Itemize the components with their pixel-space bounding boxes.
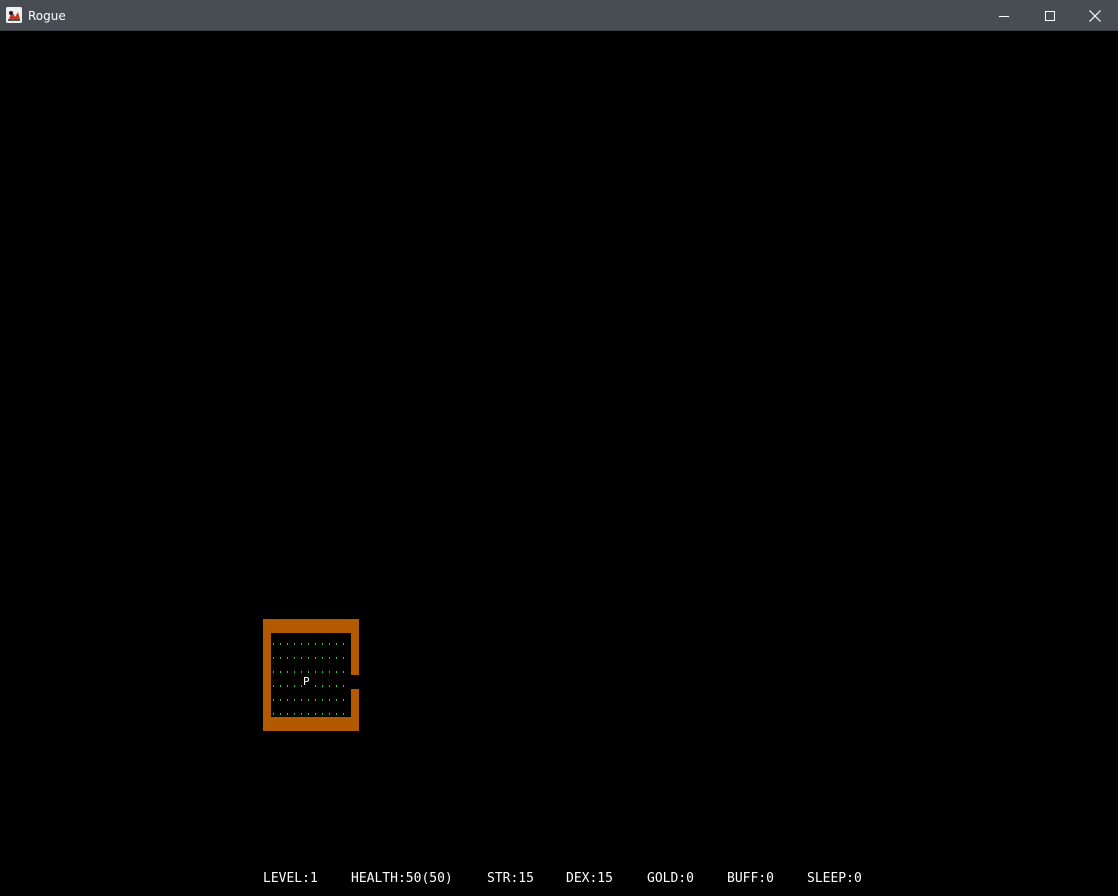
- close-button[interactable]: [1072, 0, 1118, 31]
- floor-tile: [287, 657, 288, 659]
- floor-tile: [301, 699, 302, 701]
- floor-tile: [322, 685, 323, 687]
- floor-tile: [315, 671, 316, 673]
- room-floor: [271, 633, 351, 717]
- floor-tile: [343, 685, 344, 687]
- floor-tile: [301, 685, 302, 687]
- player: P: [303, 675, 310, 688]
- stat-dex: DEX:15: [566, 871, 613, 886]
- floor-tile: [273, 685, 274, 687]
- floor-tile: [301, 657, 302, 659]
- floor-tile: [336, 685, 337, 687]
- floor-tile: [287, 699, 288, 701]
- stat-buff: BUFF:0: [727, 871, 774, 886]
- floor-tile: [315, 699, 316, 701]
- floor-tile: [329, 685, 330, 687]
- floor-tile: [301, 643, 302, 645]
- floor-tile: [287, 671, 288, 673]
- status-bar: LEVEL:1 HEALTH:50(50) STR:15 DEX:15 GOLD…: [0, 862, 1118, 896]
- floor-tile: [308, 699, 309, 701]
- floor-tile: [287, 713, 288, 715]
- maximize-button[interactable]: [1027, 0, 1073, 31]
- floor-tile: [294, 713, 295, 715]
- room: P: [263, 619, 359, 731]
- floor-tile: [315, 643, 316, 645]
- floor-tile: [280, 713, 281, 715]
- title-bar[interactable]: Rogue: [0, 0, 1118, 31]
- stat-sleep: SLEEP:0: [807, 871, 862, 886]
- floor-tile: [308, 657, 309, 659]
- room-wall-right-lower: [351, 689, 359, 731]
- floor-tile: [315, 685, 316, 687]
- floor-tile: [343, 643, 344, 645]
- floor-tile: [280, 643, 281, 645]
- minimize-button[interactable]: [981, 0, 1027, 31]
- floor-tile: [308, 643, 309, 645]
- room-wall-bottom: [263, 717, 359, 731]
- floor-tile: [329, 699, 330, 701]
- floor-tile: [294, 657, 295, 659]
- room-wall-right-upper: [351, 619, 359, 675]
- floor-tile: [308, 671, 309, 673]
- floor-tile: [343, 699, 344, 701]
- floor-tile: [329, 657, 330, 659]
- floor-tile: [322, 643, 323, 645]
- floor-tile: [273, 713, 274, 715]
- game-window: Rogue P LEVEL:1 HEALTH:50(50) STR:15 DEX…: [0, 0, 1118, 896]
- floor-tile: [294, 685, 295, 687]
- floor-tile: [287, 643, 288, 645]
- floor-tile: [301, 713, 302, 715]
- maximize-icon: [1045, 10, 1055, 21]
- window-title: Rogue: [28, 9, 66, 23]
- close-icon: [1089, 9, 1101, 22]
- floor-tile: [315, 713, 316, 715]
- floor-tile: [329, 713, 330, 715]
- minimize-icon: [999, 15, 1009, 17]
- rogue-app-icon: [6, 7, 22, 23]
- floor-tile: [343, 713, 344, 715]
- room-wall-left: [263, 619, 271, 731]
- floor-tile: [273, 643, 274, 645]
- dungeon-map[interactable]: P: [0, 31, 1118, 861]
- floor-tile: [280, 671, 281, 673]
- floor-tile: [294, 643, 295, 645]
- stat-health: HEALTH:50(50): [351, 871, 453, 886]
- floor-tile: [322, 699, 323, 701]
- floor-tile: [294, 671, 295, 673]
- floor-tile: [322, 657, 323, 659]
- floor-tile: [280, 699, 281, 701]
- floor-tile: [273, 699, 274, 701]
- floor-tile: [336, 657, 337, 659]
- floor-tile: [301, 671, 302, 673]
- floor-tile: [336, 713, 337, 715]
- floor-tile: [287, 685, 288, 687]
- floor-tile: [329, 671, 330, 673]
- floor-tile: [273, 657, 274, 659]
- stat-str: STR:15: [487, 871, 534, 886]
- floor-tile: [294, 699, 295, 701]
- floor-tile: [322, 671, 323, 673]
- floor-tile: [329, 643, 330, 645]
- floor-tile: [315, 657, 316, 659]
- floor-tile: [280, 657, 281, 659]
- floor-tile: [280, 685, 281, 687]
- floor-tile: [343, 671, 344, 673]
- floor-tile: [336, 671, 337, 673]
- floor-tile: [336, 643, 337, 645]
- stat-gold: GOLD:0: [647, 871, 694, 886]
- stat-level: LEVEL:1: [263, 871, 318, 886]
- floor-tile: [343, 657, 344, 659]
- floor-tile: [273, 671, 274, 673]
- floor-tile: [336, 699, 337, 701]
- floor-tile: [308, 713, 309, 715]
- room-wall-top: [263, 619, 359, 633]
- floor-tile: [322, 713, 323, 715]
